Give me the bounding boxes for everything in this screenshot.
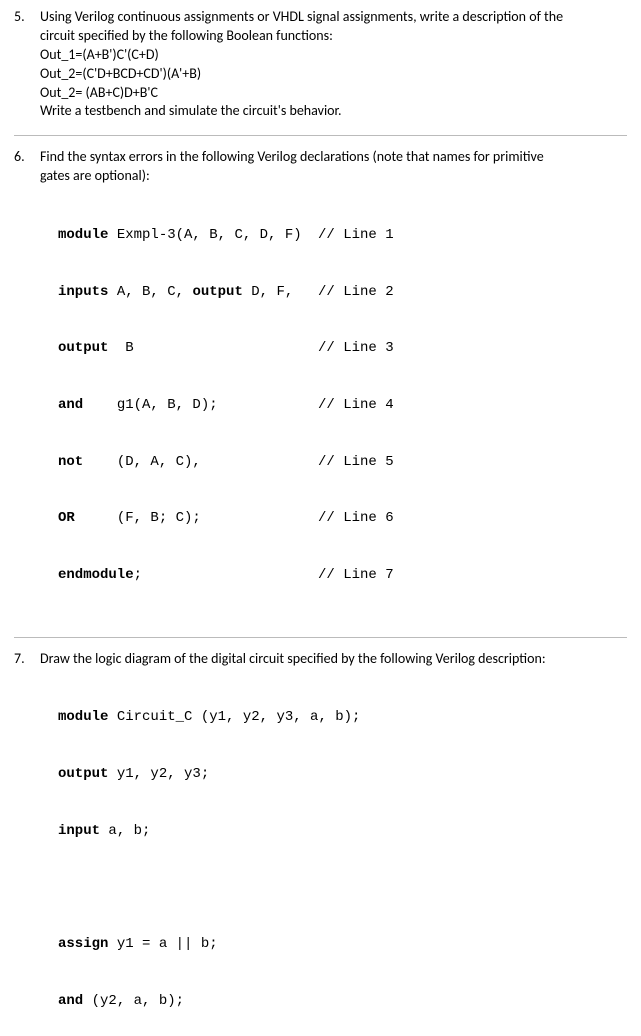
text-line: circuit specified by the following Boole…	[40, 27, 627, 46]
keyword: module	[58, 227, 108, 243]
code-text: Circuit_C (y1, y2, y3, a, b);	[108, 709, 360, 725]
code-line: and g1(A, B, D); // Line 4	[58, 396, 627, 415]
code-text: (F, B; C);	[75, 510, 201, 526]
code-line: module Circuit_C (y1, y2, y3, a, b);	[58, 708, 627, 727]
equation: Out_2=(C'D+BCD+CD')(A'+B)	[40, 65, 627, 84]
question-body: Draw the logic diagram of the digital ci…	[40, 650, 627, 1036]
code-line	[58, 878, 627, 897]
keyword: and	[58, 397, 83, 413]
code-text: Exmpl-3(A, B, C, D, F)	[108, 227, 301, 243]
text-line: Draw the logic diagram of the digital ci…	[40, 650, 627, 669]
question-number: 5.	[14, 8, 40, 121]
question-5: 5. Using Verilog continuous assignments …	[14, 8, 627, 121]
keyword: output	[58, 340, 108, 356]
code-text: (D, A, C),	[83, 454, 201, 470]
text-line: Using Verilog continuous assignments or …	[40, 8, 627, 27]
code-line: output B // Line 3	[58, 339, 627, 358]
keyword: OR	[58, 510, 75, 526]
code-text: a, b;	[100, 823, 150, 839]
keyword: module	[58, 709, 108, 725]
keyword: output	[58, 766, 108, 782]
equation: Out_2= (AB+C)D+B'C	[40, 84, 627, 103]
code-text: D, F,	[243, 284, 293, 300]
keyword: output	[192, 284, 242, 300]
code-comment: // Line 6	[318, 509, 394, 528]
text-line: gates are optional):	[40, 167, 627, 186]
code-line: OR (F, B; C); // Line 6	[58, 509, 627, 528]
question-number: 6.	[14, 148, 40, 622]
question-number: 7.	[14, 650, 40, 1036]
code-line: inputs A, B, C, output D, F, // Line 2	[58, 283, 627, 302]
code-block: module Exmpl-3(A, B, C, D, F) // Line 1 i…	[40, 188, 627, 622]
text-line: Find the syntax errors in the following …	[40, 148, 627, 167]
keyword: not	[58, 454, 83, 470]
question-7: 7. Draw the logic diagram of the digital…	[14, 650, 627, 1036]
code-line: not (D, A, C), // Line 5	[58, 453, 627, 472]
code-comment: // Line 7	[318, 566, 394, 585]
code-text: (y2, a, b);	[83, 993, 184, 1009]
separator	[14, 135, 627, 136]
separator	[14, 637, 627, 638]
keyword: endmodule	[58, 567, 134, 583]
code-line: module Exmpl-3(A, B, C, D, F) // Line 1	[58, 226, 627, 245]
code-text: A, B, C,	[108, 284, 192, 300]
code-block: module Circuit_C (y1, y2, y3, a, b); out…	[40, 671, 627, 1036]
text-line: Write a testbench and simulate the circu…	[40, 102, 627, 121]
keyword: input	[58, 823, 100, 839]
keyword: and	[58, 993, 83, 1009]
code-comment: // Line 1	[318, 226, 394, 245]
code-line: input a, b;	[58, 822, 627, 841]
equation: Out_1=(A+B')C'(C+D)	[40, 46, 627, 65]
code-text: g1(A, B, D);	[83, 397, 217, 413]
code-comment: // Line 5	[318, 453, 394, 472]
keyword: inputs	[58, 284, 108, 300]
code-text: B	[108, 340, 133, 356]
code-text: y1, y2, y3;	[108, 766, 209, 782]
code-line: assign y1 = a || b;	[58, 935, 627, 954]
code-comment: // Line 3	[318, 339, 394, 358]
code-line: and (y2, a, b);	[58, 992, 627, 1011]
code-text: y1 = a || b;	[108, 936, 217, 952]
code-comment: // Line 2	[318, 283, 394, 302]
code-text: ;	[134, 567, 142, 583]
question-body: Using Verilog continuous assignments or …	[40, 8, 627, 121]
code-line: output y1, y2, y3;	[58, 765, 627, 784]
code-line: endmodule; // Line 7	[58, 566, 627, 585]
question-6: 6. Find the syntax errors in the followi…	[14, 148, 627, 622]
keyword: assign	[58, 936, 108, 952]
question-body: Find the syntax errors in the following …	[40, 148, 627, 622]
code-comment: // Line 4	[318, 396, 394, 415]
